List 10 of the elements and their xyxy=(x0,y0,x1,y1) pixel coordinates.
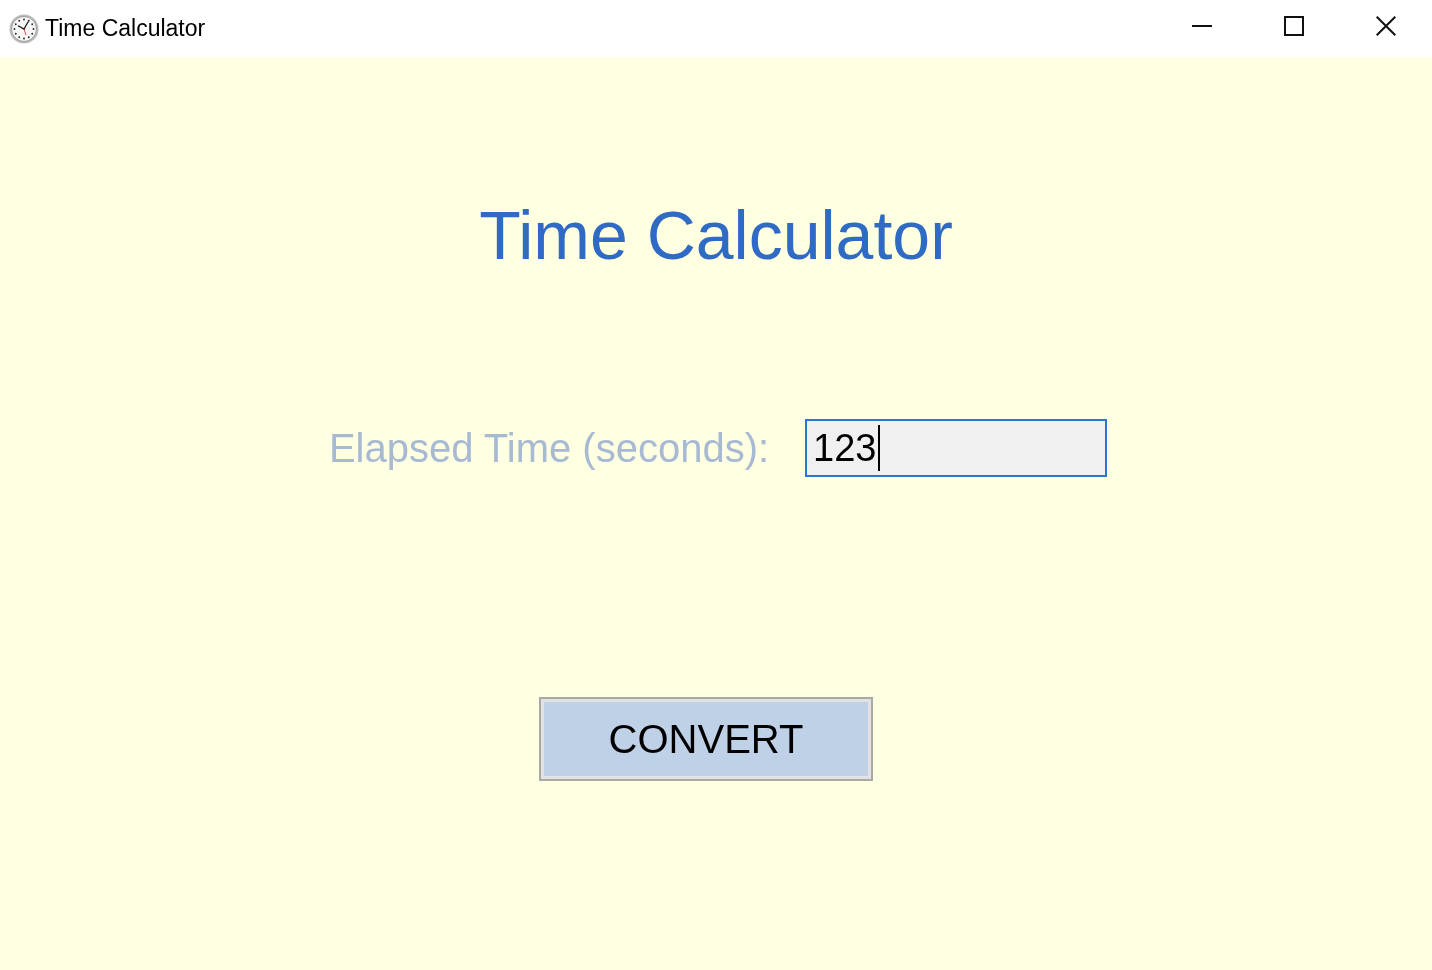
app-heading: Time Calculator xyxy=(479,196,953,274)
field-label: Elapsed Time (seconds): xyxy=(328,425,770,471)
text-cursor-icon xyxy=(877,425,880,471)
clock-icon xyxy=(9,13,39,44)
minimize-icon xyxy=(1192,25,1212,27)
convert-button[interactable]: CONVERT xyxy=(539,697,873,781)
maximize-icon xyxy=(1284,16,1304,36)
close-icon xyxy=(1376,16,1396,36)
input-field[interactable]: 123 xyxy=(805,419,1108,477)
window-title: Time Calculator xyxy=(45,15,206,42)
